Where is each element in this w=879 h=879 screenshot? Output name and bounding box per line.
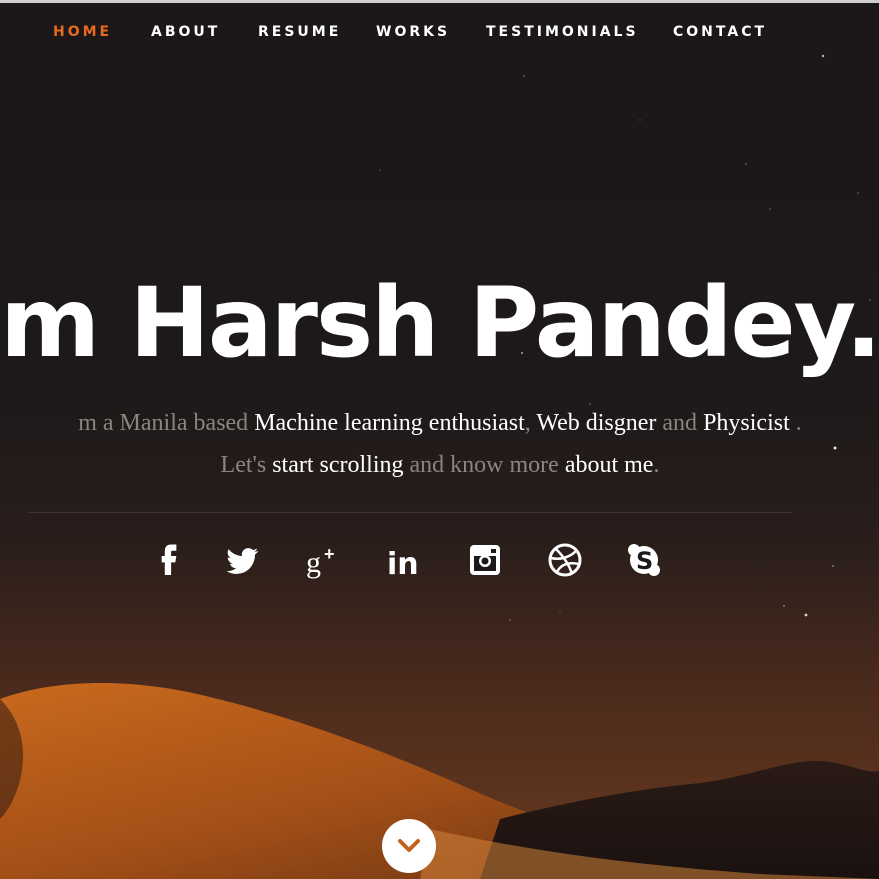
twitter-icon[interactable] [222, 540, 262, 584]
nav-resume-link[interactable]: RESUME [258, 22, 341, 42]
nav-home-link[interactable]: HOME [53, 22, 112, 42]
intro-text: . [653, 452, 660, 478]
intro-text: and know more [403, 452, 565, 478]
nav-testimonials-link[interactable]: TESTIMONIALS [486, 22, 639, 42]
intro-text: m a Manila based [78, 410, 255, 436]
intro-highlight-ml: Machine learning enthusiast [254, 410, 525, 436]
nav-contact-link[interactable]: CONTACT [673, 22, 767, 42]
hero-section [0, 0, 879, 879]
intro-text: , [524, 410, 537, 436]
svg-text:g: g [306, 546, 321, 579]
hero-headline: m Harsh Pandey. [0, 267, 879, 379]
nav-about-link[interactable]: ABOUT [151, 22, 220, 42]
hero-intro-line-1: m a Manila based Machine learning enthus… [0, 410, 879, 437]
svg-text:in: in [387, 547, 419, 580]
intro-highlight-physicist: Physicist [703, 410, 790, 436]
instagram-icon[interactable] [465, 540, 505, 584]
facebook-icon[interactable] [150, 540, 190, 584]
svg-text:S: S [636, 547, 653, 575]
svg-text:+: + [324, 544, 335, 564]
skype-icon[interactable]: S [624, 540, 664, 584]
intro-highlight-scroll: start scrolling [272, 452, 404, 478]
scroll-down-button[interactable] [382, 819, 436, 873]
social-links: g + in S [0, 540, 879, 584]
intro-highlight-about: about me [564, 452, 654, 478]
intro-text: Let's [220, 452, 273, 478]
desert-dunes-background [0, 683, 879, 879]
intro-highlight-web: Web disgner [536, 410, 657, 436]
hero-divider [28, 512, 793, 513]
chevron-down-icon [398, 839, 420, 852]
linkedin-icon[interactable]: in [385, 540, 425, 584]
google-plus-icon[interactable]: g + [304, 540, 344, 584]
main-navigation: HOME ABOUT RESUME WORKS TESTIMONIALS CON… [0, 22, 879, 46]
dribbble-icon[interactable] [545, 540, 585, 584]
intro-text: . [789, 410, 802, 436]
intro-text: and [656, 410, 704, 436]
hero-intro-line-2: Let's start scrolling and know more abou… [0, 452, 879, 479]
nav-works-link[interactable]: WORKS [376, 22, 450, 42]
